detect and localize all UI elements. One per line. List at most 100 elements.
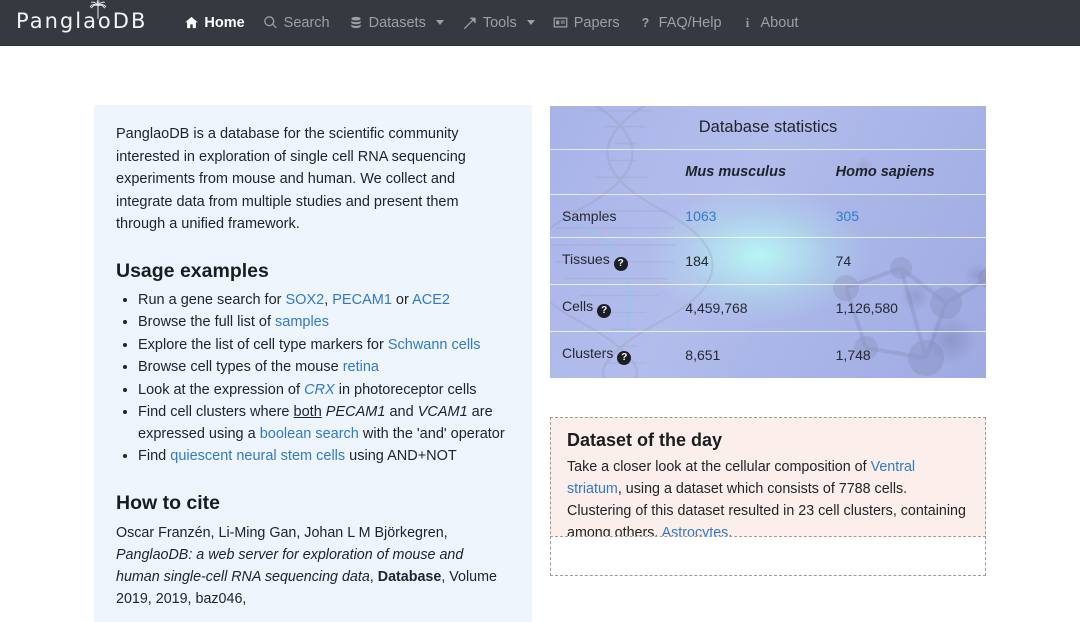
nav-item-about-label: About [760,14,799,31]
link-pecam1[interactable]: PECAM1 [332,292,392,308]
text: or [391,291,413,308]
list-item: Find quiescent neural stem cells using A… [138,446,510,468]
dataset-of-the-day-heading: Dataset of the day [567,430,723,450]
table-header-row: Mus musculus Homo sapiens [550,149,986,195]
info-icon: i [740,15,756,31]
link-boolean-search[interactable]: boolean search [260,426,359,442]
gene-vcam1: VCAM1 [417,404,468,420]
svg-text:?: ? [642,16,650,30]
nav-item-search[interactable]: Search [254,9,339,37]
dataset-of-the-day-text: Take a closer look at the cellular compo… [567,456,969,544]
brand-logo[interactable]: PanglaoDB [16,0,148,34]
table-row-cells: Cells? 4,459,768 1,126,580 [550,284,986,332]
nav-item-tools[interactable]: Tools [453,9,544,37]
text: Find [138,448,171,464]
next-panel-partial [550,536,986,576]
nav-item-faq-help[interactable]: ? FAQ/Help [629,9,731,37]
emphasis-both: both [293,404,322,420]
tissues-human-value: 74 [835,237,986,285]
text: , using a dataset which consists of 7788… [567,481,966,541]
nav-item-papers-label: Papers [573,14,620,31]
text: Take a closer look at the cellular compo… [567,459,871,475]
table-row-samples: Samples 1063 305 [550,194,986,238]
link-samples[interactable]: samples [275,314,329,330]
brand-text: PanglaoDB [16,9,148,33]
nav-item-faq-help-label: FAQ/Help [658,14,722,31]
chevron-down-icon [526,20,535,25]
row-label-tissues: Tissues? [550,237,686,285]
header-mus-musculus: Mus musculus [685,149,836,195]
usage-examples-list: Run a gene search for SOX2, PECAM1 or AC… [116,290,510,468]
text: and [385,404,418,420]
gene-pecam1: PECAM1 [325,404,386,420]
link-crx[interactable]: CRX [304,382,335,398]
svg-text:i: i [746,16,750,30]
link-samples-human[interactable]: 305 [836,208,859,224]
row-label-clusters: Clusters? [550,332,685,379]
chevron-down-icon [435,20,444,25]
cells-human-value: 1,126,580 [835,284,986,332]
text: , [369,568,378,585]
row-label-samples: Samples [550,194,686,238]
link-quiescent-neural-stem-cells[interactable]: quiescent neural stem cells [170,448,345,464]
text: Browse cell types of the mouse [138,359,343,375]
citation-text: Oscar Franzén, Li-Ming Gan, Johan L M Bj… [116,522,510,610]
link-sox2[interactable]: SOX2 [286,292,325,308]
help-icon-tissues[interactable]: ? [613,257,628,271]
statistics-title: Database statistics [550,106,986,150]
nav-item-datasets-label: Datasets [368,14,426,31]
nav-item-datasets[interactable]: Datasets [339,9,453,37]
nav-item-search-label: Search [283,14,330,31]
citation-journal: Database [377,568,442,585]
list-item: Browse the full list of samples [138,312,510,334]
text: in photoreceptor cells [334,381,477,398]
home-icon [183,15,199,31]
search-icon [263,15,279,31]
row-label-cells: Cells? [550,284,686,332]
table-title-row: Database statistics [550,106,986,150]
clusters-label-text: Clusters [562,345,614,361]
text: Browse the full list of [138,314,275,330]
help-icon-clusters[interactable]: ? [617,351,632,365]
list-item: Find cell clusters where both PECAM1 and… [138,402,510,445]
table-row-clusters: Clusters? 8,651 1,748 [550,332,986,379]
help-icon-cells[interactable]: ? [597,304,612,318]
table-row-tissues: Tissues? 184 74 [550,237,986,285]
cells-label-text: Cells [562,298,594,314]
citation-authors: Oscar Franzén, Li-Ming Gan, Johan L M Bj… [116,524,448,541]
nav-item-about[interactable]: i About [731,9,808,37]
link-ace2[interactable]: ACE2 [412,292,450,308]
book-icon [553,15,569,31]
list-item: Explore the list of cell type markers fo… [138,335,510,357]
link-samples-mouse[interactable]: 1063 [685,208,716,224]
text: using AND+NOT [345,448,457,464]
page-body: PanglaoDB is a database for the scientif… [0,46,1080,622]
statistics-table: Database statistics Mus musculus Homo sa… [550,106,986,378]
text: Run a gene search for [138,291,286,308]
clusters-human-value: 1,748 [835,347,871,363]
database-statistics-panel: Database statistics Mus musculus Homo sa… [550,106,986,378]
database-icon [348,15,364,31]
wrench-icon [462,15,478,31]
list-item: Run a gene search for SOX2, PECAM1 or AC… [138,290,510,312]
intro-text: PanglaoDB is a database for the scientif… [116,126,466,232]
nav-item-papers[interactable]: Papers [544,9,629,37]
samples-mouse-value[interactable]: 1063 [685,194,836,238]
header-blank [550,149,686,195]
info-panel: PanglaoDB is a database for the scientif… [94,105,532,622]
tissues-mouse-value: 184 [685,237,836,285]
nav-item-home-label: Home [204,14,245,31]
text: Explore the list of cell type markers fo… [138,336,388,353]
link-retina[interactable]: retina [343,359,379,375]
usage-examples-heading: Usage examples [116,259,269,282]
clusters-mouse-value: 8,651 [685,347,721,363]
header-homo-sapiens: Homo sapiens [835,149,986,195]
list-item: Browse cell types of the mouse retina [138,357,510,379]
nav-items: Home Search Datasets Tools Papers ? FAQ/… [174,9,807,37]
tissues-label-text: Tissues [562,251,610,267]
link-schwann-cells[interactable]: Schwann cells [388,337,481,353]
how-to-cite-heading: How to cite [116,491,221,514]
samples-human-value[interactable]: 305 [835,194,986,238]
nav-item-home[interactable]: Home [174,9,253,37]
list-item: Look at the expression of CRX in photore… [138,380,510,402]
